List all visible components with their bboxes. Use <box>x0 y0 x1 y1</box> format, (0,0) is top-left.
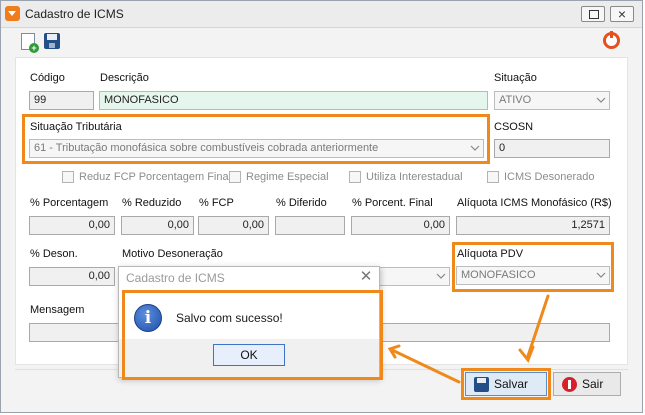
mensagem-label: Mensagem <box>30 304 85 316</box>
sit-trib-label: Situação Tributária <box>30 121 122 133</box>
dialog-close-icon[interactable]: ✕ <box>357 268 375 286</box>
window-title: Cadastro de ICMS <box>25 7 124 21</box>
title-bar: Cadastro de ICMS × <box>1 1 642 28</box>
salvar-label: Salvar <box>494 377 529 391</box>
csosn-field[interactable]: 0 <box>494 139 610 158</box>
dialog-title: Cadastro de ICMS <box>126 271 225 285</box>
situacao-select[interactable]: ATIVO <box>494 91 610 110</box>
regime-especial-label: Regime Especial <box>246 171 329 183</box>
reduz-fcp-label: Reduz FCP Porcentagem Final <box>79 171 232 183</box>
pct-deson-label: % Deson. <box>30 248 78 260</box>
restore-button[interactable] <box>581 6 605 22</box>
pct-reduzido-label: % Reduzido <box>122 197 182 209</box>
toolbar <box>1 29 642 55</box>
sair-label: Sair <box>582 377 604 391</box>
checkbox-box <box>229 171 241 183</box>
pct-porcentagem-field[interactable]: 0,00 <box>29 216 115 235</box>
pct-diferido-field[interactable] <box>275 216 345 235</box>
regime-especial-checkbox[interactable]: Regime Especial <box>229 171 329 183</box>
pct-fcp-field[interactable]: 0,00 <box>198 216 269 235</box>
chevron-down-icon <box>436 273 446 279</box>
aliquota-mono-label: Alíquota ICMS Monofásico (R$) <box>457 197 612 209</box>
app-icon[interactable] <box>5 6 20 21</box>
checkbox-box <box>62 171 74 183</box>
power-help-icon[interactable] <box>603 31 620 49</box>
pct-fcp-label: % FCP <box>199 197 234 209</box>
icms-desonerado-checkbox[interactable]: ICMS Desonerado <box>487 171 595 183</box>
utiliza-interestadual-label: Utiliza Interestadual <box>366 171 463 183</box>
dialog-message: Salvo com sucesso! <box>176 311 283 325</box>
aliquota-pdv-select[interactable]: MONOFASICO <box>456 266 610 285</box>
codigo-label: Código <box>30 72 65 84</box>
aliquota-mono-field[interactable]: 1,2571 <box>456 216 610 235</box>
sit-trib-value: 61 - Tributação monofásica sobre combust… <box>34 142 379 154</box>
situacao-value: ATIVO <box>499 94 532 106</box>
chevron-down-icon <box>470 145 480 151</box>
utiliza-interestadual-checkbox[interactable]: Utiliza Interestadual <box>349 171 463 183</box>
checkbox-box <box>487 171 499 183</box>
pct-diferido-label: % Diferido <box>276 197 327 209</box>
reduz-fcp-checkbox[interactable]: Reduz FCP Porcentagem Final <box>62 171 231 183</box>
dialog-footer: OK <box>119 339 379 377</box>
save-icon <box>474 376 489 392</box>
chevron-down-icon <box>596 97 606 103</box>
motivo-label: Motivo Desoneração <box>122 248 223 260</box>
ok-button[interactable]: OK <box>213 344 285 366</box>
success-dialog: Cadastro de ICMS ✕ i Salvo com sucesso! … <box>118 266 380 378</box>
aliquota-pdv-label: Alíquota PDV <box>457 248 524 260</box>
save-icon[interactable] <box>44 33 60 49</box>
info-icon: i <box>134 304 162 332</box>
checkbox-box <box>349 171 361 183</box>
pct-reduzido-field[interactable]: 0,00 <box>121 216 194 235</box>
descricao-label: Descrição <box>100 72 149 84</box>
pct-final-label: % Porcent. Final <box>352 197 433 209</box>
pct-porcentagem-label: % Porcentagem <box>30 197 109 209</box>
close-icon: × <box>617 6 627 22</box>
close-button[interactable]: × <box>610 6 634 22</box>
exit-icon <box>562 376 577 392</box>
icms-desonerado-label: ICMS Desonerado <box>504 171 595 183</box>
descricao-field[interactable]: MONOFASICO <box>99 91 488 110</box>
codigo-field[interactable]: 99 <box>29 91 94 110</box>
aliquota-pdv-value: MONOFASICO <box>461 269 536 281</box>
chevron-down-icon <box>596 272 606 278</box>
situacao-label: Situação <box>494 72 537 84</box>
salvar-button[interactable]: Salvar <box>465 372 547 396</box>
sit-trib-select[interactable]: 61 - Tributação monofásica sobre combust… <box>29 139 484 158</box>
pct-final-field[interactable]: 0,00 <box>351 216 450 235</box>
new-record-icon[interactable] <box>21 33 39 53</box>
pct-deson-field[interactable]: 0,00 <box>29 267 115 286</box>
sair-button[interactable]: Sair <box>553 372 621 396</box>
csosn-label: CSOSN <box>494 121 534 133</box>
